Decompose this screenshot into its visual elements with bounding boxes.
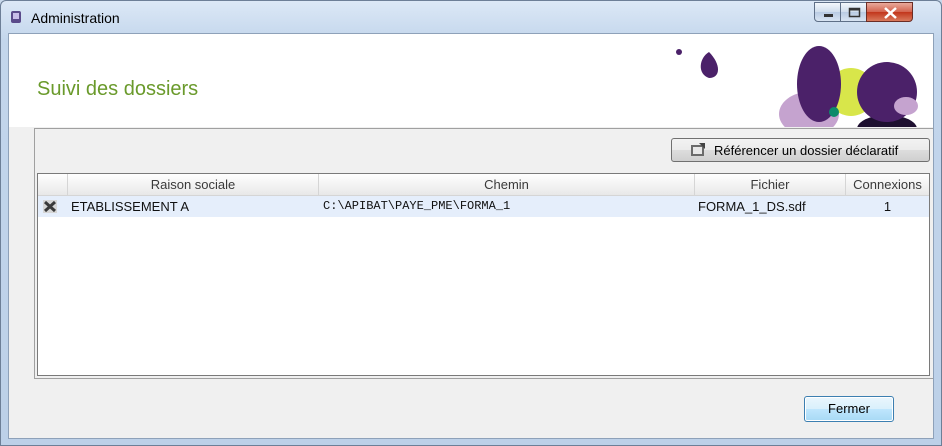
reference-dossier-button[interactable]: Référencer un dossier déclaratif: [671, 138, 930, 162]
folder-add-icon: [690, 143, 706, 157]
maximize-button[interactable]: [840, 2, 867, 22]
header-banner: Suivi des dossiers: [9, 34, 933, 127]
table-row[interactable]: ETABLISSEMENT A C:\APIBAT\PAYE_PME\FORMA…: [38, 196, 929, 217]
close-window-button[interactable]: [866, 2, 913, 22]
administration-window: Administration Suivi des dossiers Référe…: [0, 0, 942, 446]
app-icon: [9, 10, 23, 24]
header-chemin[interactable]: Chemin: [319, 174, 695, 195]
dossiers-panel: Référencer un dossier déclaratif Raison …: [34, 128, 933, 379]
reference-dossier-label: Référencer un dossier déclaratif: [714, 143, 899, 158]
header-raison-sociale[interactable]: Raison sociale: [68, 174, 319, 195]
title-bar[interactable]: Administration: [1, 1, 941, 33]
cell-raison-sociale: ETABLISSEMENT A: [71, 199, 190, 214]
dossiers-grid[interactable]: Raison sociale Chemin Fichier Connexions…: [37, 173, 930, 376]
minimize-button[interactable]: [814, 2, 841, 22]
page-title: Suivi des dossiers: [37, 78, 199, 100]
decorative-circles-graphic: [676, 46, 918, 127]
header-fichier[interactable]: Fichier: [695, 174, 846, 195]
header-select-column[interactable]: [38, 174, 68, 195]
cell-chemin: C:\APIBAT\PAYE_PME\FORMA_1: [323, 199, 511, 213]
cell-connexions: 1: [883, 199, 892, 214]
window-title: Administration: [31, 10, 120, 26]
delete-icon[interactable]: [43, 200, 57, 213]
cell-fichier: FORMA_1_DS.sdf: [698, 199, 806, 214]
fermer-button[interactable]: Fermer: [804, 396, 894, 422]
client-area: Suivi des dossiers Référencer un dossier…: [8, 33, 934, 439]
grid-header: Raison sociale Chemin Fichier Connexions: [38, 174, 929, 196]
header-connexions[interactable]: Connexions: [846, 174, 929, 195]
